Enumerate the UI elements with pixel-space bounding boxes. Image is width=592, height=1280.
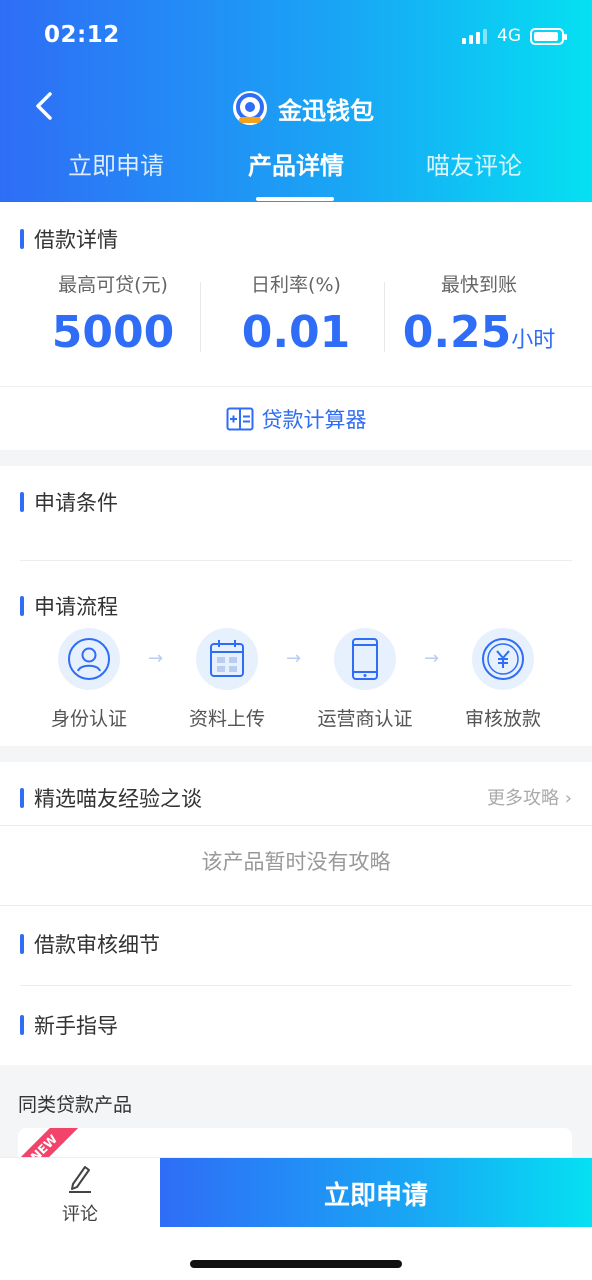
- step-label: 审核放款: [464, 708, 541, 730]
- wallet-logo-icon: [233, 91, 267, 125]
- experience-title: 精选喵友经验之谈: [20, 783, 202, 813]
- more-guides-link[interactable]: 更多攻略 ›: [487, 784, 572, 810]
- pencil-icon: [69, 1166, 91, 1193]
- section-marker: [20, 596, 24, 616]
- stat-unit: 小时: [511, 328, 556, 353]
- calculator-label: 贷款计算器: [261, 407, 367, 432]
- stat-label: 最高可贷(元): [58, 274, 168, 296]
- section-marker: [20, 1015, 24, 1035]
- stat-value: 0.01: [241, 307, 351, 358]
- home-indicator-area: [0, 1227, 592, 1280]
- loan-details-title: 借款详情: [20, 224, 118, 254]
- calendar-icon: [210, 640, 244, 677]
- header: 02:12 4G 金迅钱包 立即申请 产品详情 喵友评论: [0, 0, 592, 202]
- tab-comments[interactable]: 喵友评论: [384, 146, 564, 181]
- conditions-title: 申请条件: [20, 487, 118, 517]
- review-detail-title-text: 借款审核细节: [34, 933, 160, 957]
- tab-apply[interactable]: 立即申请: [26, 146, 206, 181]
- step-review: 审核放款: [433, 628, 573, 731]
- divider: [0, 905, 592, 906]
- divider: [200, 282, 201, 352]
- arrow-right-icon: →: [148, 648, 164, 669]
- empty-guides-text: 该产品暂时没有攻略: [201, 850, 391, 874]
- comment-label: 评论: [62, 1204, 98, 1225]
- conditions-title-text: 申请条件: [34, 491, 118, 515]
- guide-title[interactable]: 新手指导: [20, 1010, 118, 1040]
- home-indicator: [190, 1260, 402, 1268]
- apply-now-button[interactable]: 立即申请: [160, 1158, 592, 1228]
- process-title: 申请流程: [20, 591, 118, 621]
- loan-stats: 最高可贷(元) 5000 日利率(%) 0.01 最快到账 0.25小时: [0, 270, 592, 370]
- signal-icon: [462, 28, 487, 44]
- step-label: 身份认证: [50, 708, 127, 730]
- arrow-right-icon: →: [424, 648, 440, 669]
- comment-button[interactable]: 评论: [0, 1158, 160, 1228]
- network-type: 4G: [497, 26, 521, 46]
- process-steps: 身份认证 资料上传 运营商认证 审核放款: [0, 628, 592, 738]
- step-label: 运营商认证: [317, 708, 413, 730]
- tab-bar: 立即申请 产品详情 喵友评论: [0, 146, 592, 202]
- page: 02:12 4G 金迅钱包 立即申请 产品详情 喵友评论 借款详情 最高可贷(元…: [0, 0, 592, 1280]
- guide-title-text: 新手指导: [34, 1014, 118, 1038]
- divider: [384, 282, 385, 352]
- bottom-action-bar: 评论 立即申请: [0, 1157, 592, 1228]
- phone-icon: [352, 638, 378, 680]
- status-bar: 02:12 4G: [0, 0, 592, 72]
- step-carrier: 运营商认证: [295, 628, 435, 731]
- stat-daily-rate: 日利率(%) 0.01: [201, 270, 391, 358]
- stat-label: 日利率(%): [251, 274, 341, 296]
- step-identity: 身份认证: [19, 628, 159, 731]
- review-detail-title[interactable]: 借款审核细节: [20, 929, 160, 959]
- section-marker: [20, 229, 24, 249]
- process-title-text: 申请流程: [34, 595, 118, 619]
- section-marker: [20, 788, 24, 808]
- loan-details-title-text: 借款详情: [34, 228, 118, 252]
- stat-value: 0.25小时: [402, 307, 556, 358]
- step-upload: 资料上传: [157, 628, 297, 731]
- status-time: 02:12: [44, 22, 120, 48]
- back-button[interactable]: [30, 90, 62, 122]
- step-label: 资料上传: [188, 708, 265, 730]
- chevron-left-icon: [36, 92, 52, 120]
- arrow-right-icon: →: [286, 648, 302, 669]
- app-title: 金迅钱包: [278, 96, 374, 125]
- active-tab-indicator: [256, 197, 334, 201]
- stat-max-amount: 最高可贷(元) 5000: [18, 270, 208, 358]
- yen-coin-icon: [482, 638, 524, 680]
- more-guides-label: 更多攻略: [487, 788, 560, 809]
- stat-fastest-arrival: 最快到账 0.25小时: [384, 270, 574, 358]
- section-marker: [20, 492, 24, 512]
- battery-icon: [530, 28, 567, 45]
- chevron-right-icon: ›: [564, 788, 572, 809]
- divider: [0, 825, 592, 826]
- stat-value: 5000: [51, 307, 175, 358]
- experience-title-text: 精选喵友经验之谈: [34, 787, 202, 811]
- id-user-icon: [68, 638, 110, 680]
- calculator-icon: [226, 407, 253, 430]
- divider: [20, 560, 572, 561]
- similar-products-title: 同类贷款产品: [18, 1094, 133, 1116]
- section-marker: [20, 934, 24, 954]
- tab-product-detail[interactable]: 产品详情: [206, 146, 386, 181]
- divider: [20, 985, 572, 986]
- app-title-group: 金迅钱包: [232, 88, 374, 128]
- loan-calculator-button[interactable]: 贷款计算器: [0, 386, 592, 450]
- stat-label: 最快到账: [440, 274, 517, 296]
